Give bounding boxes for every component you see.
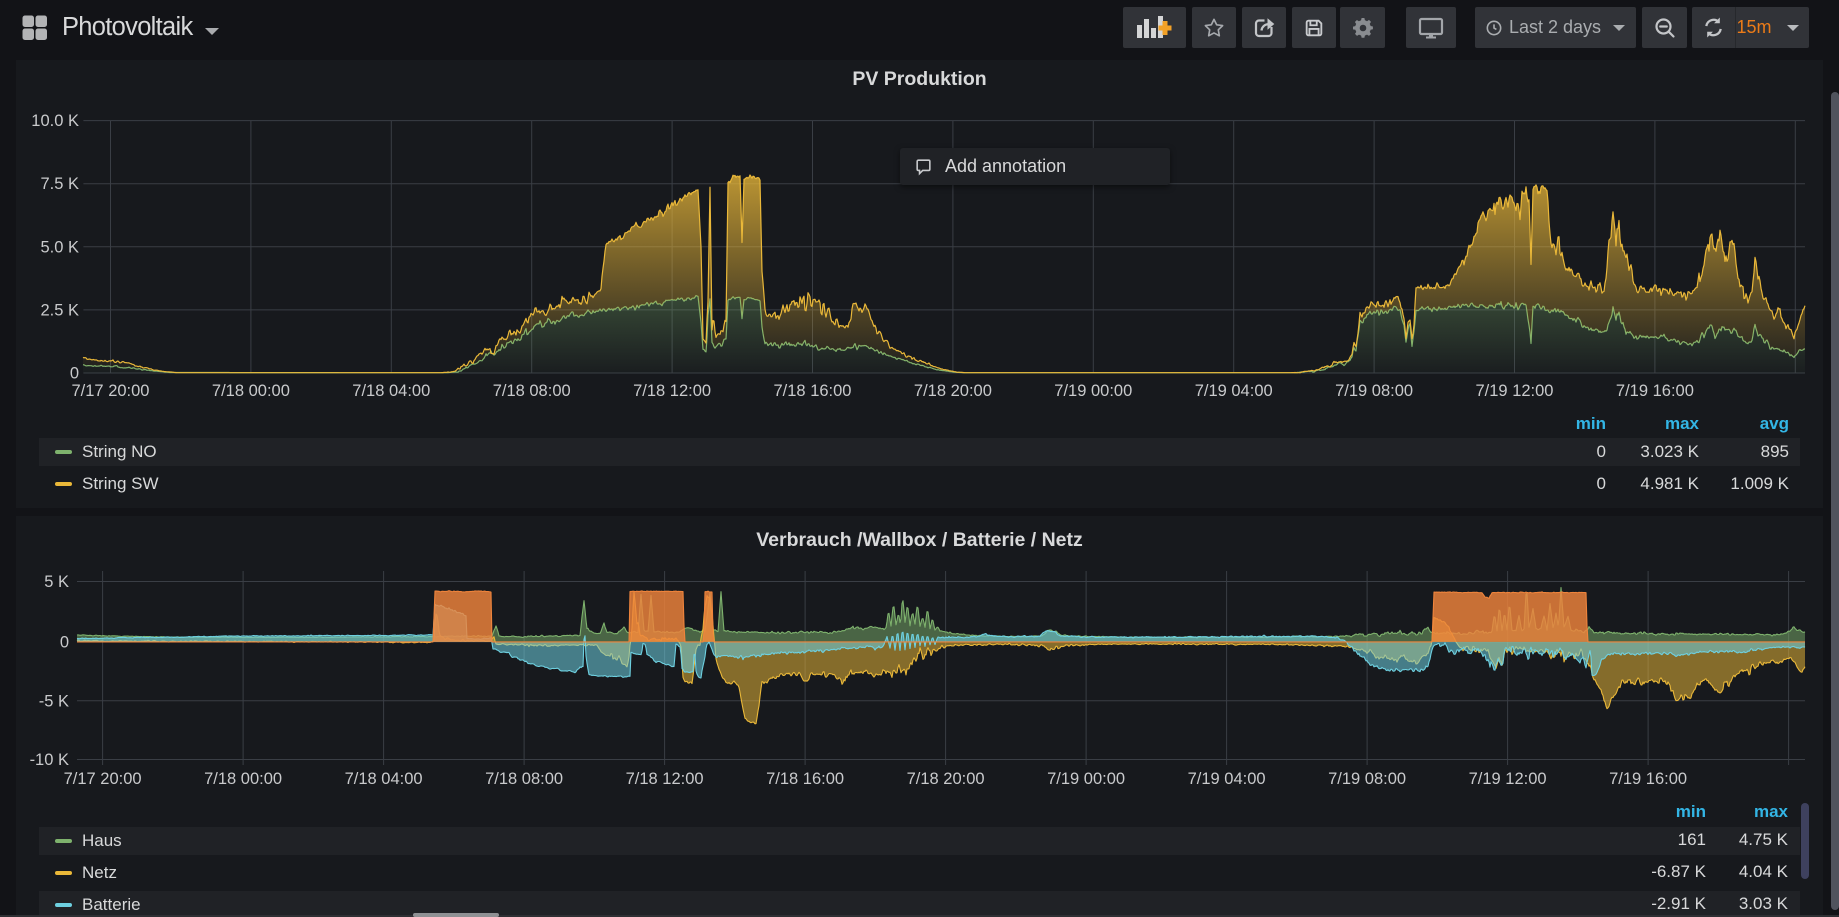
svg-text:5.0 K: 5.0 K (40, 238, 79, 256)
svg-text:7/19 04:00: 7/19 04:00 (1195, 382, 1273, 400)
svg-text:7/18 04:00: 7/18 04:00 (345, 770, 423, 788)
svg-text:5 K: 5 K (44, 573, 69, 591)
svg-text:7/19 16:00: 7/19 16:00 (1616, 382, 1694, 400)
svg-text:7/18 08:00: 7/18 08:00 (493, 382, 571, 400)
svg-text:7/18 20:00: 7/18 20:00 (914, 382, 992, 400)
svg-text:7/18 12:00: 7/18 12:00 (626, 770, 704, 788)
svg-text:7/18 00:00: 7/18 00:00 (204, 770, 282, 788)
svg-text:7/19 12:00: 7/19 12:00 (1476, 382, 1554, 400)
svg-text:7/19 00:00: 7/19 00:00 (1047, 770, 1125, 788)
svg-text:7/19 16:00: 7/19 16:00 (1609, 770, 1687, 788)
svg-text:7/19 00:00: 7/19 00:00 (1054, 382, 1132, 400)
svg-text:7/18 00:00: 7/18 00:00 (212, 382, 290, 400)
svg-text:7/18 20:00: 7/18 20:00 (907, 770, 985, 788)
svg-text:7/18 08:00: 7/18 08:00 (485, 770, 563, 788)
svg-text:0: 0 (70, 365, 79, 383)
svg-text:10.0 K: 10.0 K (31, 112, 79, 130)
svg-text:7/17 20:00: 7/17 20:00 (72, 382, 150, 400)
svg-text:7/19 08:00: 7/19 08:00 (1335, 382, 1413, 400)
svg-text:-10 K: -10 K (30, 751, 69, 769)
svg-text:2.5 K: 2.5 K (40, 301, 79, 319)
svg-text:0: 0 (60, 633, 69, 651)
svg-text:-5 K: -5 K (39, 692, 69, 710)
svg-text:7/19 08:00: 7/19 08:00 (1328, 770, 1406, 788)
svg-text:7/18 16:00: 7/18 16:00 (774, 382, 852, 400)
svg-text:7/19 12:00: 7/19 12:00 (1469, 770, 1547, 788)
svg-text:7/17 20:00: 7/17 20:00 (64, 770, 142, 788)
svg-text:7/18 12:00: 7/18 12:00 (633, 382, 711, 400)
svg-text:7/18 16:00: 7/18 16:00 (766, 770, 844, 788)
svg-text:7/18 04:00: 7/18 04:00 (352, 382, 430, 400)
svg-text:7.5 K: 7.5 K (40, 175, 79, 193)
svg-text:7/19 04:00: 7/19 04:00 (1188, 770, 1266, 788)
